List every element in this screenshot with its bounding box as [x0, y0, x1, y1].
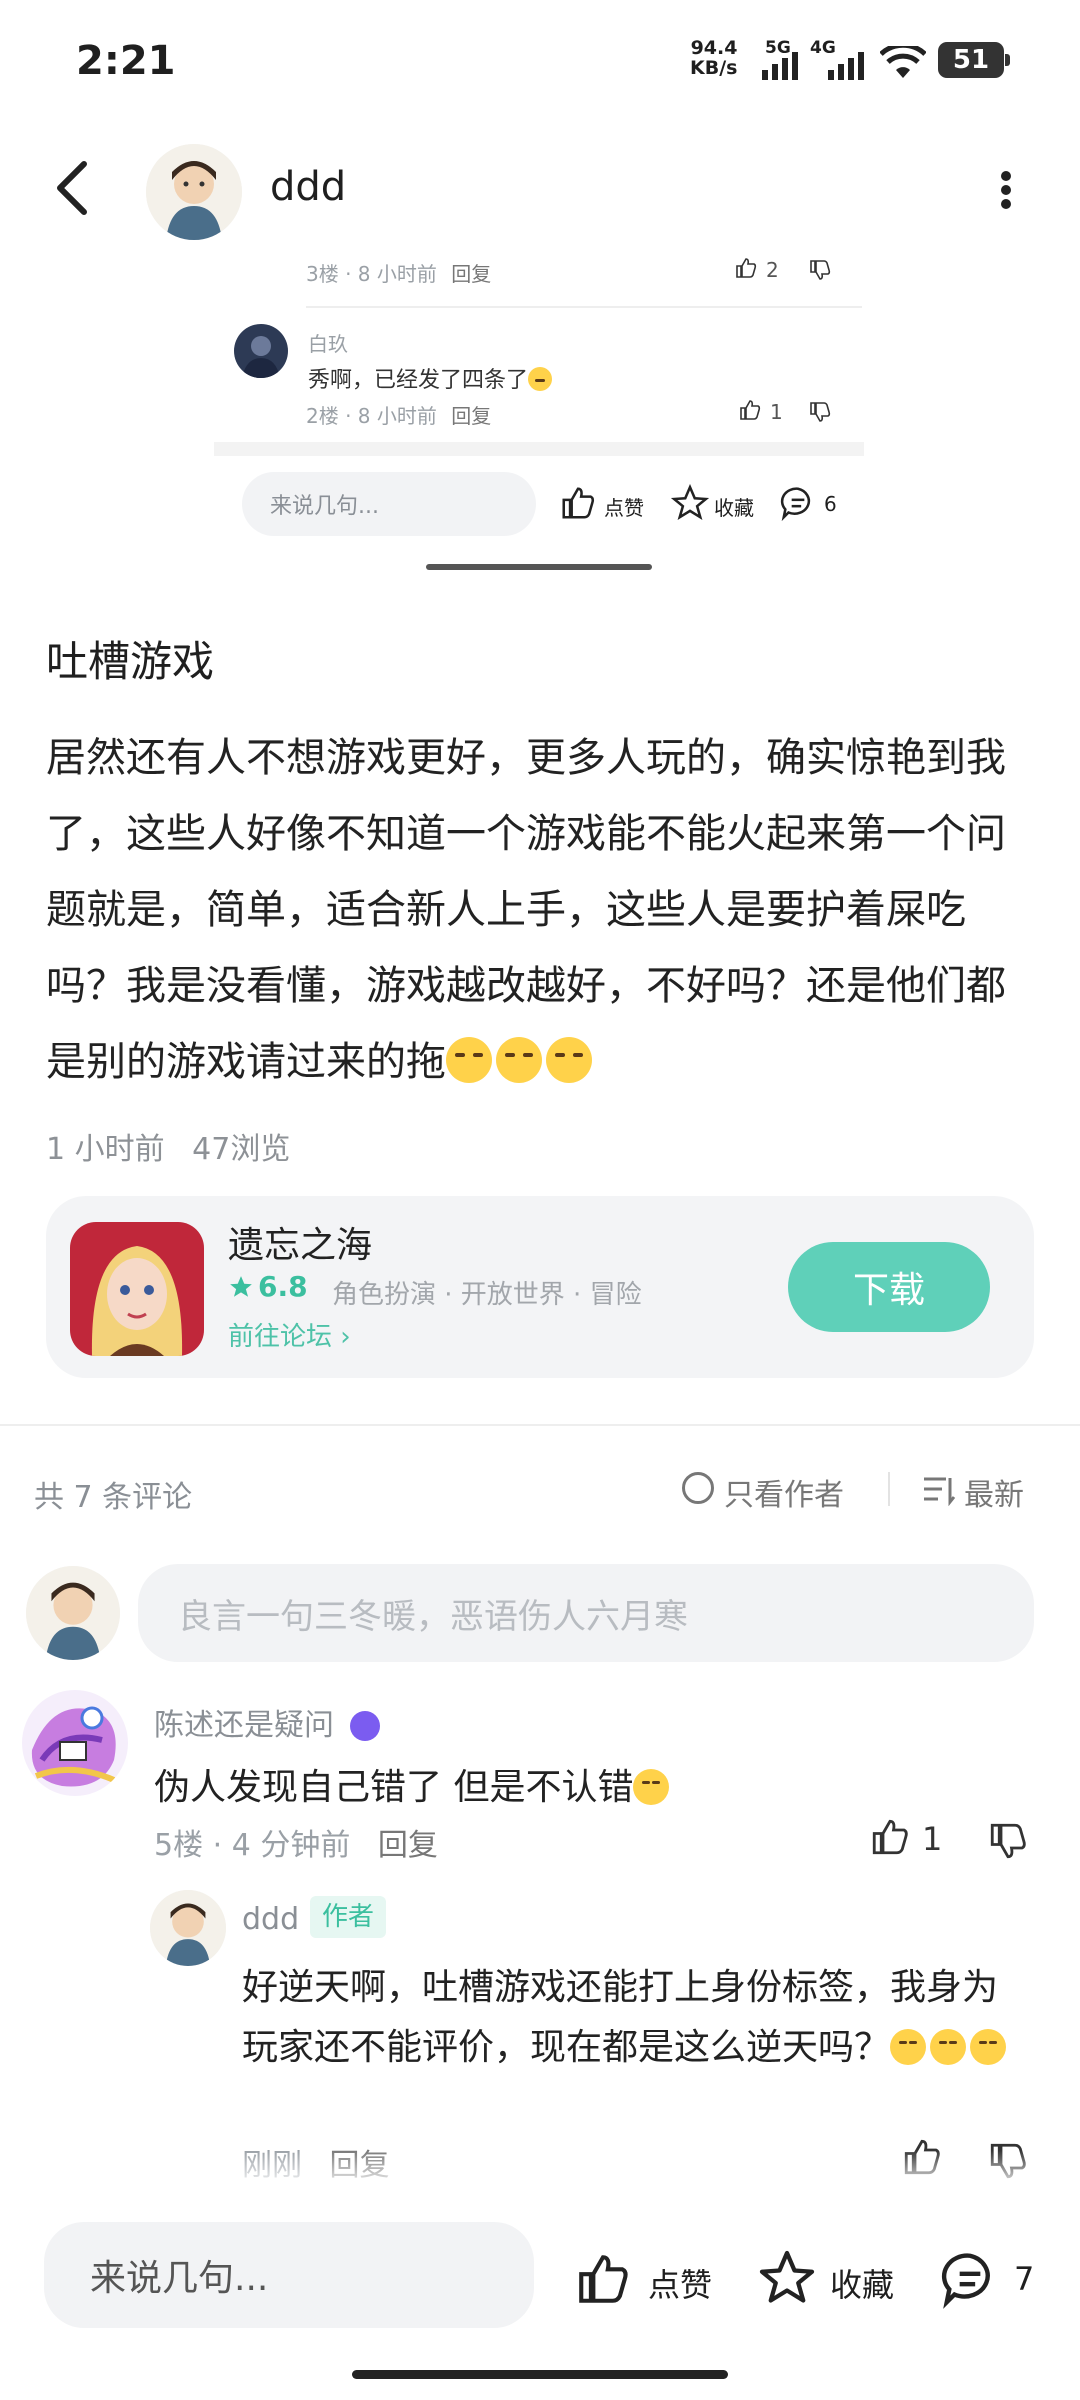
preview-fav-label[interactable]: 收藏 [714, 492, 754, 521]
reply-avatar[interactable] [150, 1890, 226, 1966]
preview-reply2-text: 秀啊，已经发了四条了 [308, 362, 556, 394]
sort-icon[interactable] [922, 1474, 956, 1506]
comments-count: 共 7 条评论 [34, 1480, 193, 1515]
post-body: 居然还有人不想游戏更好，更多人玩的，确实惊艳到我了，这些人好像不知道一个游戏能不… [46, 720, 1036, 1100]
game-rating: 6.8 [258, 1270, 308, 1303]
filter-divider [888, 1472, 890, 1506]
like-icon[interactable] [572, 2250, 634, 2308]
sort-latest[interactable]: 最新 [964, 1470, 1024, 1514]
preview-favorite-icon[interactable] [670, 484, 710, 522]
preview-reply2-likes: 1 [770, 400, 783, 424]
favorite-label[interactable]: 收藏 [830, 2260, 894, 2306]
favorite-star-icon[interactable] [756, 2248, 818, 2308]
emoji-icon [970, 2029, 1007, 2065]
comment-time: 5楼 · 4 分钟前 [154, 1828, 351, 1863]
status-bar: 2:21 94.4 KB/s 5G 4G 51 [0, 0, 1080, 120]
comment-text-content: 伪人发现自己错了 但是不认错 [154, 1767, 634, 1808]
game-icon[interactable] [70, 1222, 204, 1356]
preview-reply2-reply[interactable]: 回复 [451, 404, 491, 428]
signal-icon [762, 52, 798, 80]
preview-thumbs-up-icon[interactable] [734, 256, 758, 280]
comment-text: 伪人发现自己错了 但是不认错 [154, 1758, 673, 1810]
preview-comment-count[interactable]: 6 [824, 492, 837, 516]
author-badge: 作者 [310, 1896, 387, 1938]
preview-comment-icon[interactable] [778, 484, 818, 522]
comment-user[interactable]: 陈述还是疑问 [154, 1700, 380, 1744]
bottom-bar: 来说几句... 点赞 收藏 7 [0, 2150, 1080, 2400]
signal-icon-2 [828, 52, 864, 80]
emoji-icon [890, 2029, 927, 2065]
post-body-text: 居然还有人不想游戏更好，更多人玩的，确实惊艳到我了，这些人好像不知道一个游戏能不… [46, 735, 1006, 1085]
forum-link-label[interactable]: 前往论坛 [228, 1322, 332, 1352]
post-views: 47浏览 [192, 1132, 291, 1167]
comment-count[interactable]: 7 [1014, 2260, 1034, 2298]
preview-scroll-handle [426, 564, 652, 570]
home-indicator[interactable] [352, 2370, 728, 2379]
comment-input[interactable]: 良言一句三冬暖，恶语伤人六月寒 [138, 1564, 1034, 1662]
emoji-icon [496, 1037, 542, 1083]
emoji-icon [528, 367, 553, 391]
comment-bubble-icon[interactable] [938, 2248, 1002, 2310]
back-arrow-icon[interactable] [52, 160, 92, 216]
preview-thumbs-up-icon-2[interactable] [738, 398, 762, 422]
emoji-icon [546, 1037, 592, 1083]
preview-like-label[interactable]: 点赞 [604, 492, 644, 521]
game-card[interactable]: 遗忘之海 6.8 角色扮演 · 开放世界 · 冒险 前往论坛 › 下载 [46, 1196, 1034, 1378]
comment-likes: 1 [922, 1820, 943, 1858]
preview-reply2-meta: 2楼 · 8 小时前 回复 [306, 400, 491, 429]
emoji-icon [633, 1769, 670, 1805]
comment-avatar[interactable] [22, 1690, 128, 1796]
bottom-comment-input[interactable]: 来说几句... [44, 2222, 534, 2328]
preview-thumbs-down-icon[interactable] [808, 258, 832, 282]
preview-reply2-avatar[interactable] [234, 324, 288, 378]
post-meta: 1 小时前 47浏览 [46, 1124, 290, 1168]
section-divider [0, 1424, 1080, 1426]
comment-username[interactable]: 陈述还是疑问 [154, 1708, 334, 1743]
post-title: 吐槽游戏 [46, 637, 215, 686]
comment-meta: 5楼 · 4 分钟前 回复 [154, 1820, 438, 1864]
chevron-right-icon: › [340, 1322, 351, 1352]
net-speed: 94.4 KB/s [690, 38, 737, 78]
wifi-icon [880, 46, 926, 78]
preview-divider [306, 306, 862, 308]
preview-reply1-likes: 2 [766, 258, 779, 282]
battery-indicator: 51 [938, 42, 1010, 78]
preview-like-icon[interactable] [558, 484, 598, 522]
emoji-icon [446, 1037, 492, 1083]
download-button[interactable]: 下载 [788, 1242, 990, 1332]
preview-reply1-reply[interactable]: 回复 [451, 262, 491, 286]
header-username[interactable]: ddd [270, 164, 346, 210]
preview-comment-input[interactable]: 来说几句... [242, 472, 536, 536]
star-icon [230, 1276, 252, 1297]
user-badge-icon [349, 1711, 380, 1741]
preview-reply2-time: 2楼 · 8 小时前 [306, 404, 437, 428]
preview-reply1-time: 3楼 · 8 小时前 [306, 262, 437, 286]
preview-shadow [214, 442, 864, 456]
game-tags: 角色扮演 · 开放世界 · 冒险 [332, 1280, 642, 1310]
reply-user[interactable]: ddd [242, 1902, 299, 1937]
more-options-icon[interactable] [996, 168, 1016, 212]
comment-reply-button[interactable]: 回复 [378, 1828, 438, 1863]
preview-reply1-meta: 3楼 · 8 小时前 回复 [306, 258, 491, 287]
preview-reply2-text-content: 秀啊，已经发了四条了 [308, 368, 529, 393]
post-time: 1 小时前 [46, 1132, 165, 1167]
reply-text: 好逆天啊，吐槽游戏还能打上身份标签，我身为玩家还不能评价，现在都是这么逆天吗？ [242, 1958, 1032, 2078]
author-only-filter[interactable]: 只看作者 [724, 1470, 844, 1514]
like-label[interactable]: 点赞 [648, 2260, 712, 2306]
forum-link[interactable]: 前往论坛 › [228, 1316, 351, 1353]
preview-thumbs-down-icon-2[interactable] [808, 400, 832, 424]
preview-reply2-user[interactable]: 白玖 [308, 328, 348, 357]
reply-text-content: 好逆天啊，吐槽游戏还能打上身份标签，我身为玩家还不能评价，现在都是这么逆天吗？ [242, 1967, 999, 2068]
net-speed-value: 94.4 [690, 37, 738, 59]
net-speed-unit: KB/s [690, 57, 738, 79]
radio-circle-icon[interactable] [682, 1472, 714, 1504]
comment-thumbs-down-icon[interactable] [986, 1820, 1030, 1862]
comment-thumbs-up-icon[interactable] [868, 1816, 912, 1858]
emoji-icon [930, 2029, 967, 2065]
header-avatar[interactable] [146, 144, 242, 240]
my-avatar[interactable] [26, 1566, 120, 1660]
status-time: 2:21 [76, 38, 176, 84]
game-name[interactable]: 遗忘之海 [228, 1216, 372, 1268]
